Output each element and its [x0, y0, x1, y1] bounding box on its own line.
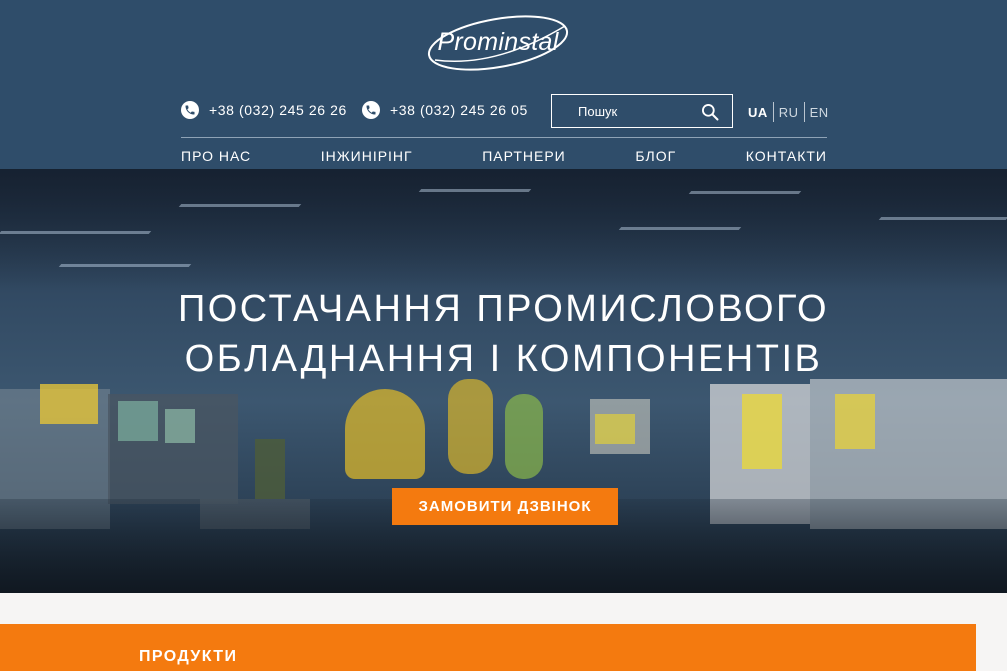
lang-ru[interactable]: RU	[774, 105, 804, 120]
phone-1-number: +38 (032) 245 26 26	[209, 102, 347, 118]
machine-panel	[40, 384, 98, 424]
ceiling-lamp	[0, 231, 152, 234]
header-divider	[181, 137, 827, 138]
ceiling-lamp	[178, 204, 302, 207]
robot-arm	[448, 379, 493, 474]
machine-panel	[835, 394, 875, 449]
hero-title: ПОСТАЧАННЯ ПРОМИСЛОВОГО ОБЛАДНАННЯ І КОМ…	[0, 284, 1007, 384]
lang-en[interactable]: EN	[805, 105, 834, 120]
ceiling-lamp	[418, 189, 532, 192]
nav-item-about[interactable]: ПРО НАС	[181, 148, 251, 164]
request-call-button[interactable]: ЗАМОВИТИ ДЗВІНОК	[392, 488, 618, 525]
lang-ua[interactable]: UA	[748, 105, 773, 120]
controller-screen	[165, 409, 195, 443]
controller-screen	[118, 401, 158, 441]
site-header: Prominstal +38 (032) 245 26 26 +38 (032)…	[0, 0, 1007, 169]
ceiling-lamp	[688, 191, 802, 194]
logo-text: Prominstal	[437, 28, 559, 56]
hero-banner: ПОСТАЧАННЯ ПРОМИСЛОВОГО ОБЛАДНАННЯ І КОМ…	[0, 169, 1007, 593]
search-icon[interactable]	[700, 102, 720, 122]
hero-title-line-1: ПОСТАЧАННЯ ПРОМИСЛОВОГО	[177, 288, 830, 330]
robot-arm	[345, 389, 425, 479]
phone-icon	[362, 101, 380, 119]
machine-door	[742, 394, 782, 469]
logo[interactable]: Prominstal	[425, 12, 571, 74]
hero-title-line-2: ОБЛАДНАННЯ І КОМПОНЕНТІВ	[184, 338, 823, 380]
phone-2[interactable]: +38 (032) 245 26 05	[362, 99, 528, 121]
search-box	[551, 94, 733, 128]
servo-drive	[255, 439, 285, 499]
phone-1[interactable]: +38 (032) 245 26 26	[181, 99, 347, 121]
main-nav: ПРО НАС ІНЖИНІРІНГ ПАРТНЕРИ БЛОГ КОНТАКТ…	[181, 148, 827, 164]
products-banner[interactable]: ПРОДУКТИ	[0, 624, 976, 671]
nav-item-engineering[interactable]: ІНЖИНІРІНГ	[321, 148, 413, 164]
phone-2-number: +38 (032) 245 26 05	[390, 102, 528, 118]
nav-item-blog[interactable]: БЛОГ	[635, 148, 676, 164]
nav-item-contacts[interactable]: КОНТАКТИ	[746, 148, 827, 164]
language-switcher: UA RU EN	[748, 102, 834, 122]
phone-icon	[181, 101, 199, 119]
robot-arm	[505, 394, 543, 479]
machine-panel	[595, 414, 635, 444]
search-input[interactable]	[578, 103, 708, 119]
nav-item-partners[interactable]: ПАРТНЕРИ	[482, 148, 566, 164]
ceiling-lamp	[878, 217, 1007, 220]
products-label: ПРОДУКТИ	[139, 648, 238, 665]
ceiling-lamp	[58, 264, 192, 267]
ceiling-lamp	[618, 227, 742, 230]
hero-ceiling	[0, 169, 1007, 289]
